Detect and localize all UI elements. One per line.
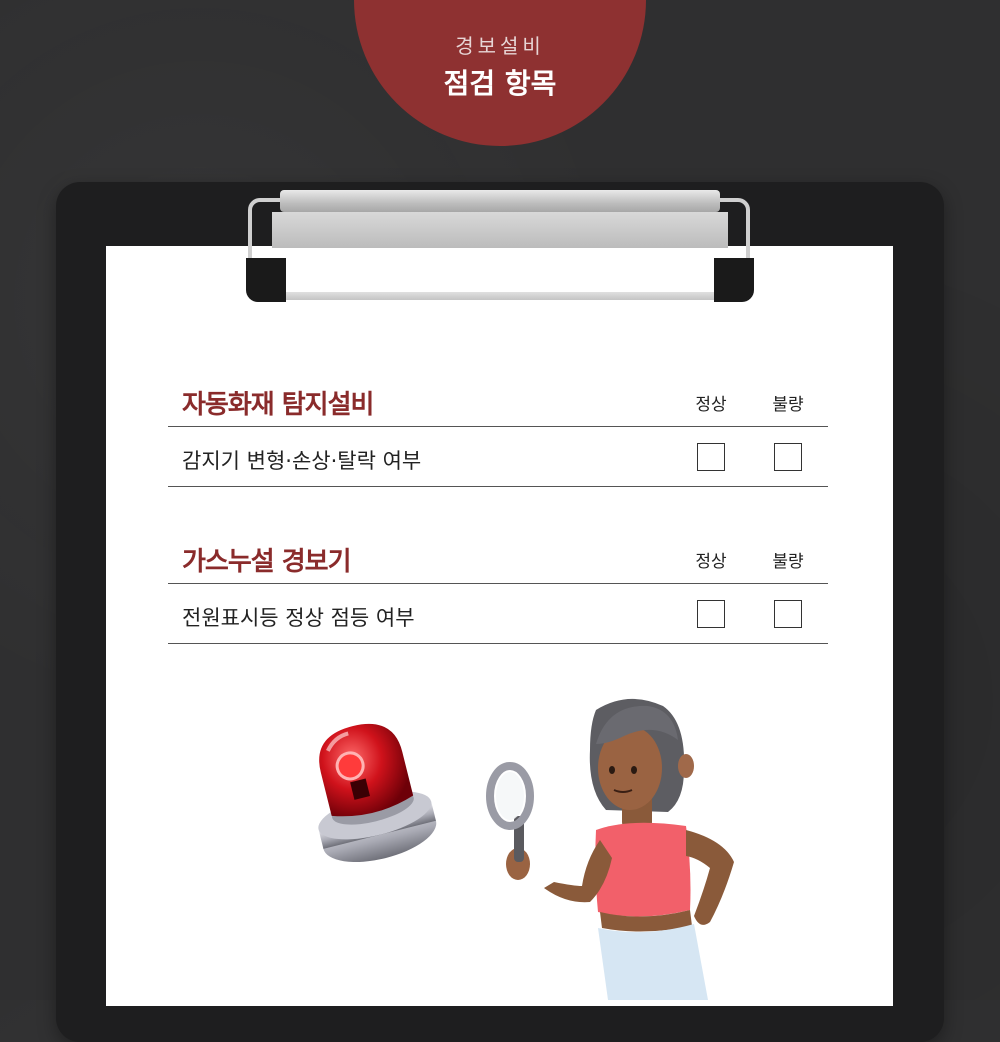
clip-bottom-bar	[286, 292, 714, 300]
column-defective-label: 불량	[772, 395, 804, 415]
column-defective-label: 불량	[772, 552, 804, 572]
divider	[168, 486, 828, 487]
section-title: 자동화재 탐지설비	[182, 390, 374, 420]
checkbox-normal[interactable]	[697, 443, 725, 471]
divider	[168, 583, 828, 584]
checklist-item-label: 전원표시등 정상 점등 여부	[182, 606, 415, 630]
column-normal-label: 정상	[695, 552, 727, 572]
column-normal-label: 정상	[695, 395, 727, 415]
clip-cap-left	[246, 258, 286, 302]
siren-icon	[318, 723, 437, 862]
clip-cap-right	[714, 258, 754, 302]
checkbox-defective[interactable]	[774, 600, 802, 628]
clip-wire	[248, 198, 750, 300]
checklist-item-label: 감지기 변형·손상·탈락 여부	[182, 449, 422, 473]
divider	[168, 426, 828, 427]
header-badge: 경보설비 점검 항목	[354, 0, 646, 146]
section-title: 가스누설 경보기	[182, 547, 351, 577]
header-subtitle: 경보설비	[455, 34, 545, 58]
person-with-magnifier-icon	[486, 698, 734, 1000]
clip-top-bar	[280, 190, 720, 212]
checkbox-defective[interactable]	[774, 443, 802, 471]
divider	[168, 643, 828, 644]
checkbox-normal[interactable]	[697, 600, 725, 628]
header-title: 점검 항목	[443, 67, 557, 100]
